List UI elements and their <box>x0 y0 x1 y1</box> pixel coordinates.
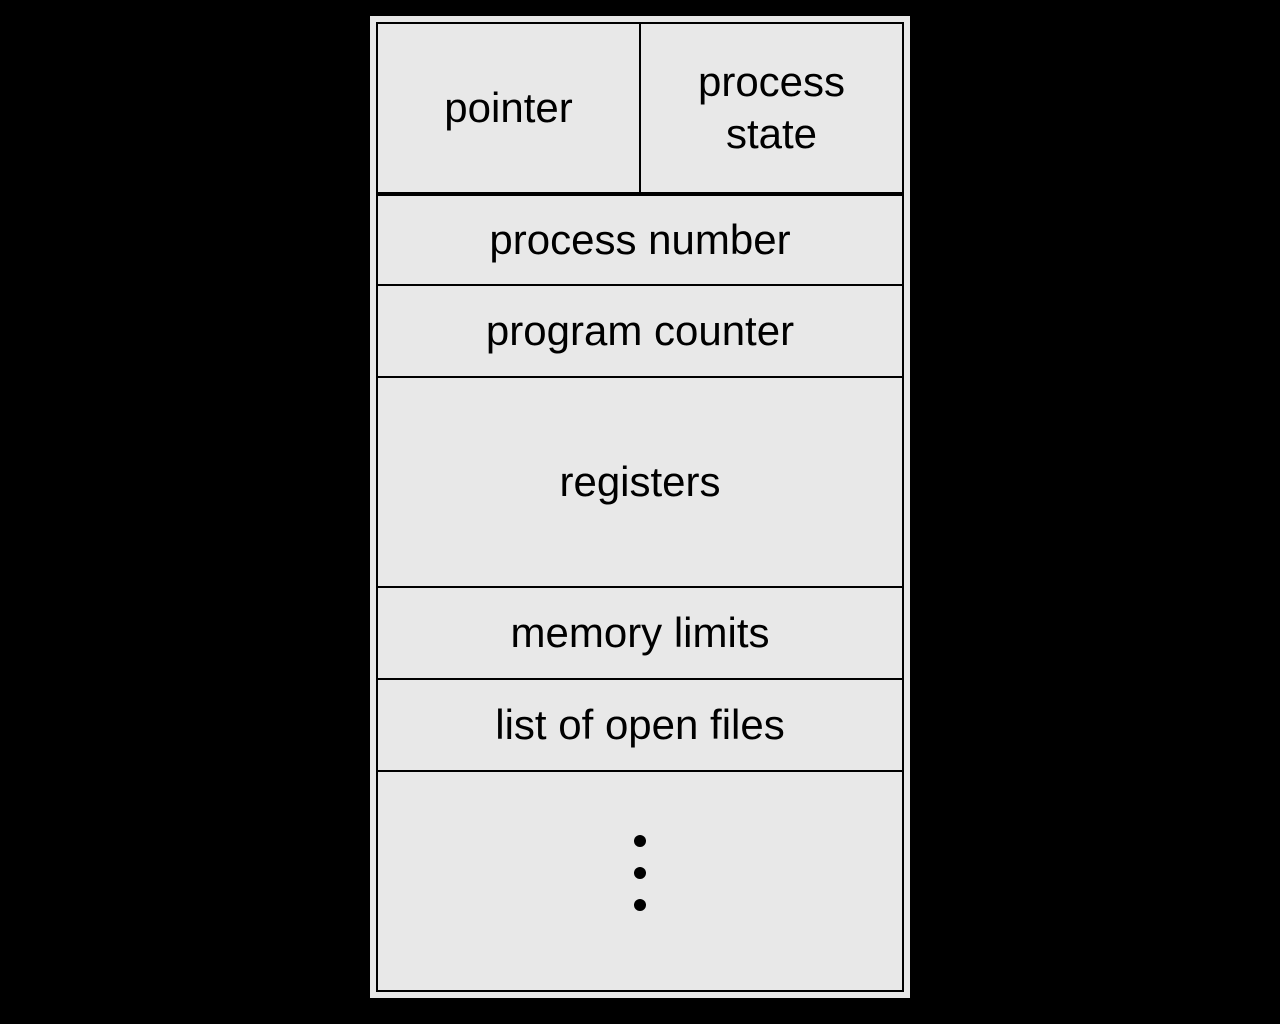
pcb-label-program-counter: program counter <box>476 302 804 360</box>
dot-icon <box>634 835 646 847</box>
pcb-label-process-number: process number <box>479 211 800 269</box>
pcb-label-registers: registers <box>549 453 730 511</box>
pcb-cell-ellipsis <box>376 772 904 992</box>
pcb-cell-open-files: list of open files <box>376 680 904 772</box>
pcb-label-process-state: process state <box>688 52 855 165</box>
dot-icon <box>634 899 646 911</box>
pcb-inner: pointer process state process number pro… <box>376 22 904 992</box>
pcb-cell-memory-limits: memory limits <box>376 588 904 680</box>
pcb-cell-process-state: process state <box>641 24 902 192</box>
pcb-cell-registers: registers <box>376 378 904 588</box>
pcb-label-open-files: list of open files <box>485 696 795 754</box>
pcb-cell-process-number: process number <box>376 194 904 286</box>
pcb-cell-pointer: pointer <box>378 24 641 192</box>
pcb-label-memory-limits: memory limits <box>501 604 780 662</box>
pcb-diagram: pointer process state process number pro… <box>366 12 914 1002</box>
ellipsis-icon <box>634 835 646 911</box>
dot-icon <box>634 867 646 879</box>
pcb-label-pointer: pointer <box>434 78 582 139</box>
pcb-top-row: pointer process state <box>376 22 904 194</box>
pcb-cell-program-counter: program counter <box>376 286 904 378</box>
